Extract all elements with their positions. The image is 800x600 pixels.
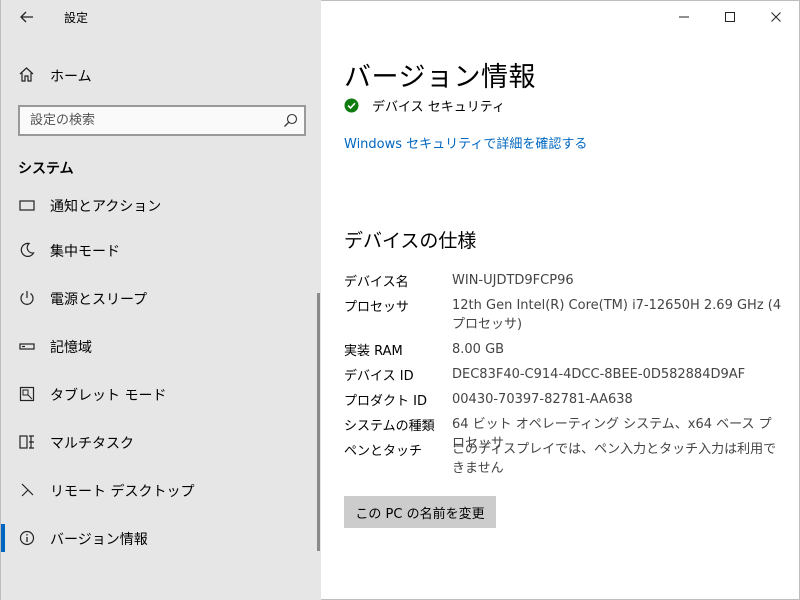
spec-value: 00430-70397-82781-AA638 — [452, 392, 633, 407]
main-content: バージョン情報 デバイス セキュリティ Windows セキュリティで詳細を確認… — [321, 0, 800, 600]
sidebar-item-notifications[interactable]: 通知とアクション — [1, 183, 317, 227]
info-icon — [18, 529, 36, 547]
close-button[interactable] — [753, 1, 799, 33]
spec-value: DEC83F40-C914-4DCC-8BEE-0D582884D9AF — [452, 367, 746, 382]
power-icon — [18, 289, 36, 307]
multitask-icon — [18, 433, 36, 451]
search-icon[interactable] — [283, 113, 298, 132]
spec-key: プロダクト ID — [344, 394, 427, 409]
home-label: ホーム — [50, 69, 92, 85]
home-icon — [18, 66, 35, 87]
sidebar-scrollbar[interactable] — [317, 293, 320, 551]
search-input[interactable] — [20, 107, 270, 134]
remote-desktop-icon — [18, 481, 36, 499]
spec-key: デバイス名 — [344, 275, 409, 290]
spec-section-title: デバイスの仕様 — [344, 230, 477, 252]
sidebar-item-about[interactable]: バージョン情報 — [1, 516, 317, 560]
back-arrow-icon — [20, 11, 33, 23]
sidebar-item-label: 電源とスリープ — [50, 292, 148, 308]
spec-key: プロセッサ — [344, 300, 410, 315]
sidebar-item-label: 通知とアクション — [50, 199, 162, 215]
sidebar-item-focus-assist[interactable]: 集中モード — [1, 228, 317, 272]
sidebar-item-tablet-mode[interactable]: タブレット モード — [1, 372, 317, 416]
sidebar-item-storage[interactable]: 記憶域 — [1, 324, 317, 368]
minimize-button[interactable] — [661, 1, 707, 33]
section-title: システム — [18, 161, 74, 177]
sidebar-item-label: リモート デスクトップ — [50, 484, 195, 500]
spec-value: WIN-UJDTD9FCP96 — [452, 273, 574, 288]
page-title: バージョン情報 — [344, 62, 536, 93]
maximize-icon — [725, 12, 735, 22]
notification-icon — [18, 196, 36, 214]
window-title: 設定 — [64, 11, 89, 25]
maximize-button[interactable] — [707, 1, 753, 33]
home-nav-item[interactable]: ホーム — [1, 60, 321, 90]
sidebar-item-label: タブレット モード — [50, 388, 167, 404]
rename-pc-button[interactable]: この PC の名前を変更 — [344, 496, 496, 528]
tablet-icon — [18, 385, 36, 403]
sidebar-item-power-sleep[interactable]: 電源とスリープ — [1, 276, 317, 320]
security-status: デバイス セキュリティ — [344, 96, 505, 115]
close-icon — [771, 12, 781, 22]
sidebar-item-label: バージョン情報 — [50, 532, 148, 548]
spec-value: このディスプレイでは、ペン入力とタッチ入力は利用できません — [452, 442, 777, 476]
security-details-link[interactable]: Windows セキュリティで詳細を確認する — [344, 133, 587, 152]
spec-key: ペンとタッチ — [344, 444, 423, 459]
security-status-label: デバイス セキュリティ — [372, 100, 505, 115]
search-box — [18, 105, 306, 136]
spec-key: デバイス ID — [344, 369, 414, 384]
sidebar-item-label: 集中モード — [50, 244, 120, 260]
storage-icon — [18, 337, 36, 355]
spec-key: 実装 RAM — [344, 344, 403, 359]
moon-icon — [18, 241, 36, 259]
sidebar-item-remote-desktop[interactable]: リモート デスクトップ — [1, 468, 317, 512]
sidebar-item-label: 記憶域 — [50, 340, 92, 356]
spec-key: システムの種類 — [344, 419, 435, 434]
sidebar-item-multitasking[interactable]: マルチタスク — [1, 420, 317, 464]
minimize-icon — [679, 16, 689, 18]
sidebar: 設定 ホーム システム 通知とアクション 集中モード 電源とスリープ — [0, 0, 321, 600]
sidebar-item-label: マルチタスク — [50, 436, 134, 452]
check-shield-icon — [344, 98, 359, 113]
spec-value: 8.00 GB — [452, 342, 505, 357]
spec-value: 12th Gen Intel(R) Core(TM) i7-12650H 2.6… — [452, 298, 782, 332]
back-button[interactable] — [15, 6, 39, 28]
